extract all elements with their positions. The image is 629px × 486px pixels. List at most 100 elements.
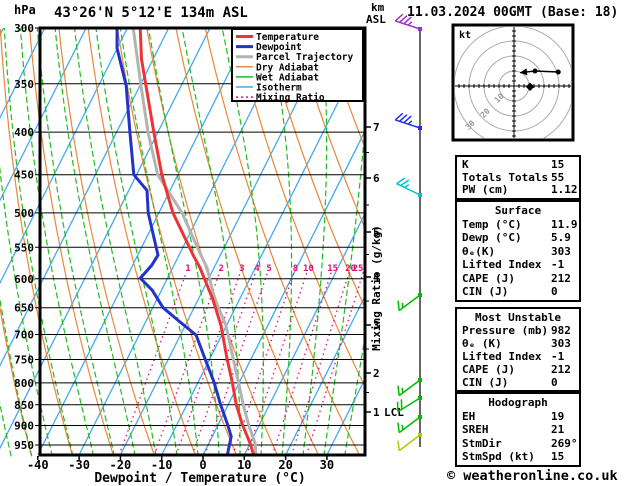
credit-link[interactable]: © weatheronline.co.uk	[447, 468, 618, 484]
svg-text:750: 750	[14, 354, 34, 367]
pressure-axis-unit: hPa	[14, 3, 36, 17]
wind-barb	[396, 177, 422, 197]
svg-text:5: 5	[266, 264, 271, 274]
svg-text:-30: -30	[68, 458, 90, 472]
svg-text:-20: -20	[110, 458, 132, 472]
height-axis-unit-asl: ASL	[366, 13, 386, 26]
svg-text:500: 500	[14, 207, 34, 220]
svg-text:3: 3	[239, 264, 244, 274]
temperature-axis: -40 -30 -20 -10 0 10 20 30 Dewpoint / Temperatur…	[27, 456, 334, 486]
panel-row-label: Dewp (°C)	[462, 231, 522, 245]
panel-row-label: EH	[462, 409, 476, 423]
svg-text:15: 15	[327, 264, 338, 274]
panel-row: SREH 21	[457, 423, 579, 437]
panel-row-value: 5.9	[551, 231, 571, 245]
svg-text:800: 800	[14, 377, 34, 390]
panel-row: Temp (°C) 11.9	[457, 218, 579, 232]
panel-row-label: Totals Totals	[462, 170, 549, 184]
wind-barb	[394, 112, 422, 130]
indices-panel: K 15 Totals Totals 55 PW (cm) 1.12	[455, 155, 581, 200]
svg-text:450: 450	[14, 169, 34, 182]
panel-row: θₑ(K) 303	[457, 245, 579, 259]
svg-text:10: 10	[237, 458, 251, 472]
panel-row-label: Lifted Index	[462, 258, 542, 272]
panel-row-label: θₑ(K)	[462, 244, 496, 258]
svg-text:4: 4	[254, 264, 260, 274]
svg-text:6: 6	[373, 172, 380, 185]
svg-text:-40: -40	[27, 458, 49, 472]
panel-row: Dewp (°C) 5.9	[457, 231, 579, 245]
panel-row: CIN (J) 0	[457, 376, 579, 389]
svg-text:1: 1	[373, 406, 380, 419]
svg-text:7: 7	[373, 121, 380, 134]
svg-text:300: 300	[14, 22, 34, 35]
panel-row: StmDir 269°	[457, 437, 579, 451]
legend: TemperatureDewpointParcel TrajectoryDry …	[231, 28, 364, 104]
storm-motion-marker	[525, 82, 535, 91]
wind-barb	[396, 396, 422, 413]
svg-text:850: 850	[14, 399, 34, 412]
panel-row-value: 15	[551, 450, 565, 464]
panel-row-value: 982	[551, 324, 571, 337]
panel-row-label: CAPE (J)	[462, 363, 515, 376]
sounding-app: 1 2 3 4 5 8 10 15 20 25 300 350 400 450 500 550 600 650 70…	[0, 0, 629, 486]
panel-row-label: SREH	[462, 423, 489, 437]
panel-row: EH 19	[457, 410, 579, 424]
panel-row-label: PW (cm)	[462, 183, 509, 197]
panel-row-value: 15	[551, 158, 565, 171]
wind-barb	[397, 433, 422, 452]
panel-row-value: 11.9	[551, 217, 578, 231]
svg-text:30: 30	[464, 119, 477, 132]
panel-row-label: K	[462, 158, 469, 171]
panel-row-value: 0	[551, 376, 558, 389]
panel-row-label: θₑ (K)	[462, 337, 502, 350]
panel-row: θₑ (K) 303	[457, 337, 579, 350]
svg-text:8: 8	[293, 264, 298, 274]
indices-panel: Most Unstable Pressure (mb) 982 θₑ (K) 303 Li…	[455, 307, 581, 392]
panel-title: Hodograph	[488, 396, 548, 409]
svg-text:2: 2	[219, 264, 224, 274]
svg-text:2: 2	[373, 367, 380, 380]
panel-row: PW (cm) 1.12	[457, 184, 579, 197]
panel-row-label: StmSpd (kt)	[462, 450, 535, 464]
svg-text:950: 950	[14, 439, 34, 452]
panel-row-value: 212	[551, 271, 571, 285]
svg-text:0: 0	[199, 458, 206, 472]
panel-row-value: -1	[551, 350, 565, 363]
panel-row-label: CAPE (J)	[462, 271, 515, 285]
panel-row-value: 212	[551, 363, 571, 376]
panel-row-value: 0	[551, 285, 558, 299]
svg-text:-10: -10	[151, 458, 173, 472]
panel-row-value: 303	[551, 337, 571, 350]
svg-text:1: 1	[185, 264, 190, 274]
hodograph-unit-label: kt	[459, 30, 471, 41]
panel-row-value: 1.12	[551, 183, 578, 197]
svg-text:600: 600	[14, 273, 34, 286]
svg-text:Mixing Ratio: Mixing Ratio	[256, 93, 325, 104]
wind-barb-stack	[394, 13, 422, 452]
panel-row-value: 21	[551, 423, 565, 437]
panel-title: Surface	[494, 204, 542, 217]
panel-row: CIN (J) 0	[457, 285, 579, 299]
panel-row: CAPE (J) 212	[457, 272, 579, 286]
svg-text:400: 400	[14, 126, 34, 139]
panel-row-label: Pressure (mb)	[462, 324, 549, 337]
svg-text:20: 20	[278, 458, 292, 472]
svg-text:10: 10	[303, 264, 314, 274]
svg-text:650: 650	[14, 302, 34, 315]
wind-barb	[397, 378, 422, 397]
height-axis: 7654321 LCLMixing Ratio (g/kg)	[365, 121, 404, 419]
svg-text:350: 350	[14, 78, 34, 91]
panel-row-value: -1	[551, 258, 565, 272]
svg-text:20: 20	[479, 107, 492, 120]
indices-panel: Hodograph EH 19 SREH 21 StmDir 269° StmSpd (kt)…	[455, 392, 581, 467]
panel-row-label: StmDir	[462, 436, 502, 450]
hodograph: 102030 kt	[451, 23, 575, 142]
indices-panel: Surface Temp (°C) 11.9 Dewp (°C) 5.9 θₑ(K) 303…	[455, 200, 581, 302]
panel-row-value: 19	[551, 409, 565, 423]
panel-row-label: CIN (J)	[462, 376, 509, 389]
panel-row-label: CIN (J)	[462, 285, 509, 299]
panel-row-label: Lifted Index	[462, 350, 542, 363]
svg-text:900: 900	[14, 419, 34, 432]
svg-text:30: 30	[320, 458, 334, 472]
